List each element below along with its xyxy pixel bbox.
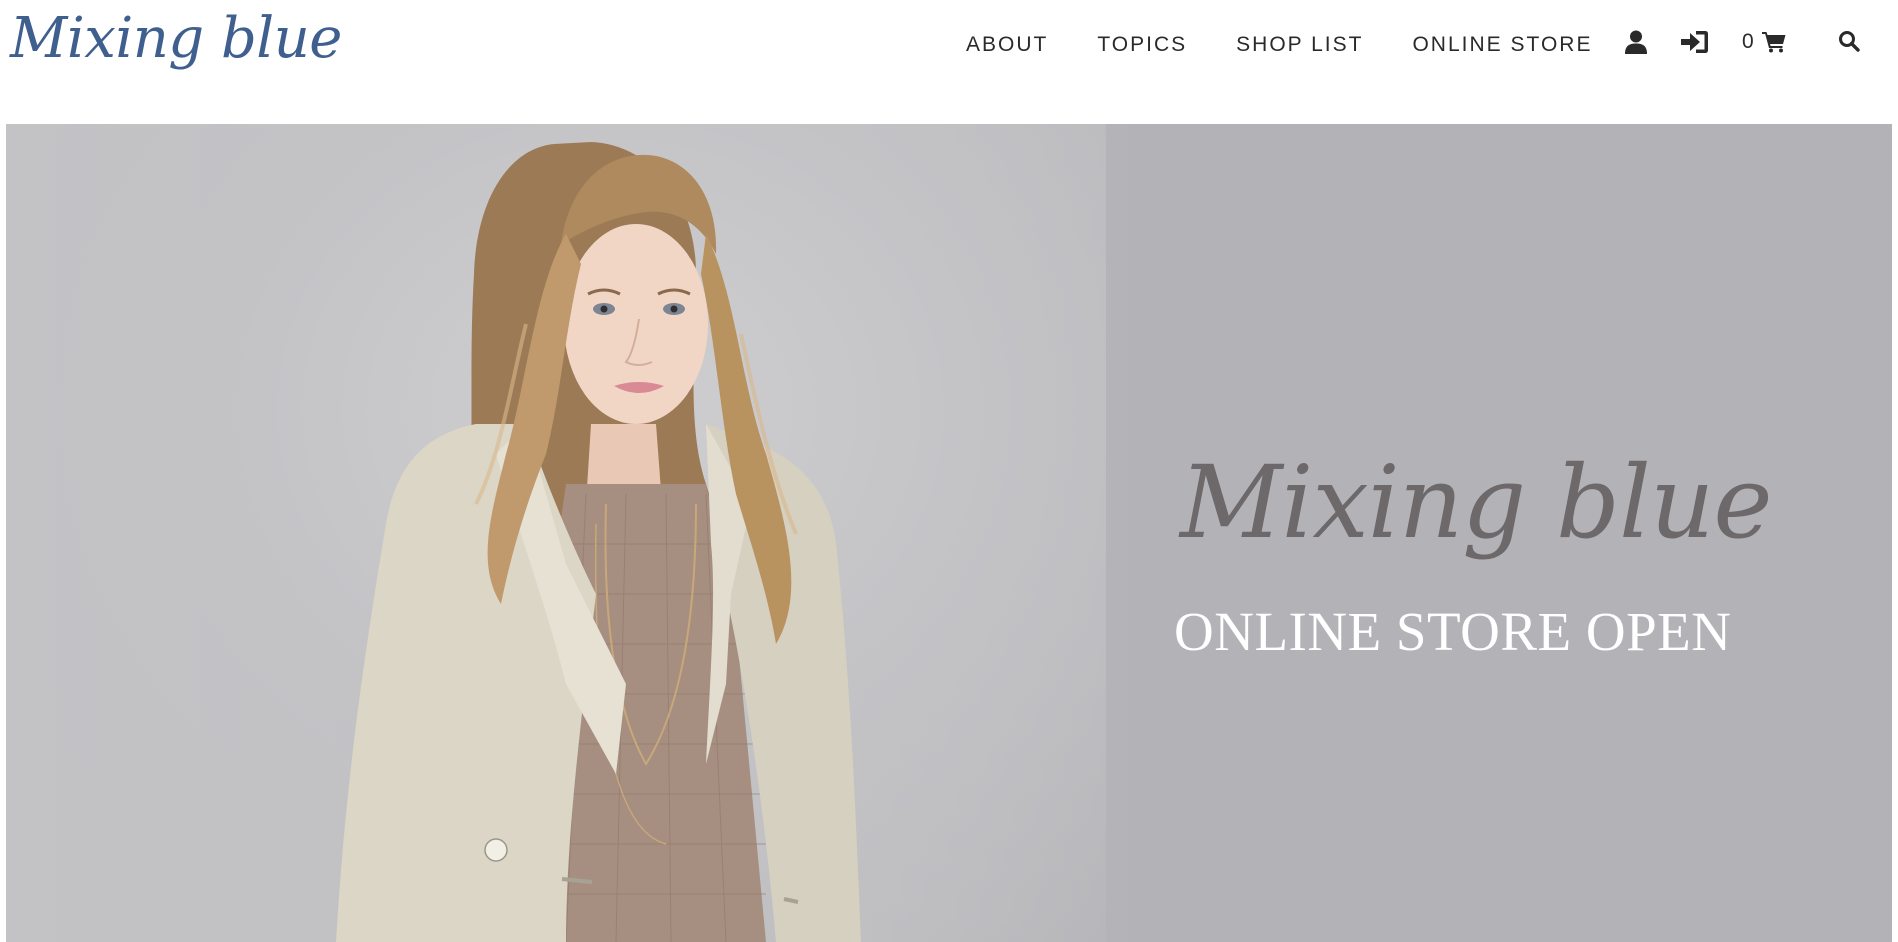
user-icon[interactable] [1625, 30, 1647, 54]
nav-online-store-link[interactable]: ONLINE STORE [1412, 33, 1592, 57]
hero-brand-title: Mixing blue [1180, 444, 1773, 561]
hero-model-photo [336, 142, 861, 942]
nav-shop-list-link[interactable]: SHOP LIST [1236, 33, 1363, 57]
site-logo[interactable]: Mixing blue [10, 6, 342, 71]
nav-about-link[interactable]: ABOUT [966, 33, 1048, 57]
cart-count: 0 [1742, 30, 1754, 53]
site-header: Mixing blue ABOUT TOPICS SHOP LIST ONLIN… [0, 0, 1898, 124]
shopping-cart-icon [1761, 31, 1786, 53]
nav-topics-link[interactable]: TOPICS [1097, 33, 1187, 57]
cart-button[interactable]: 0 [1742, 30, 1786, 54]
main-nav: ABOUT TOPICS SHOP LIST ONLINE STORE [966, 32, 1592, 58]
hero-banner[interactable]: Mixing blue ONLINE STORE OPEN [6, 124, 1892, 942]
search-icon[interactable] [1838, 30, 1860, 52]
sign-in-icon[interactable] [1681, 30, 1709, 54]
hero-tagline[interactable]: ONLINE STORE OPEN [1174, 600, 1734, 663]
